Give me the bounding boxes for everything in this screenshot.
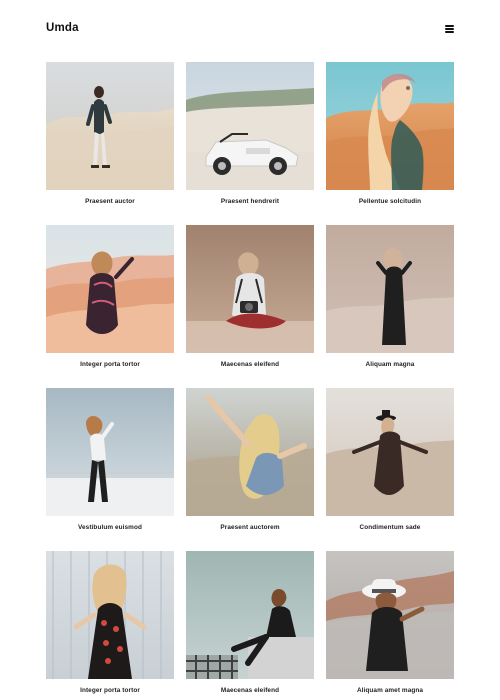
gallery-photo bbox=[326, 388, 454, 516]
photo-woman-with-headscarf-desert bbox=[326, 62, 454, 190]
gallery-card[interactable]: Praesent auctor bbox=[46, 62, 174, 225]
gallery-card[interactable]: Aliquam magna bbox=[326, 225, 454, 388]
gallery-photo bbox=[46, 62, 174, 190]
gallery-card[interactable]: Maecenas eleifend bbox=[186, 225, 314, 388]
gallery-photo bbox=[326, 62, 454, 190]
gallery-photo bbox=[46, 388, 174, 516]
photo-caption: Condimentum sade bbox=[359, 524, 421, 531]
photo-woman-standing-on-dunes bbox=[46, 62, 174, 190]
gallery-photo bbox=[46, 551, 174, 679]
photo-woman-in-floral-slip-dress bbox=[46, 551, 174, 679]
menu-bar-bottom bbox=[445, 31, 454, 33]
photo-woman-on-white-sand bbox=[46, 388, 174, 516]
page: Umda Praesent auctor Praesent hendrerit … bbox=[0, 0, 500, 700]
gallery-photo bbox=[326, 225, 454, 353]
gallery-card[interactable]: Aliquam amet magna bbox=[326, 551, 454, 700]
photo-woman-sitting-on-sand bbox=[186, 225, 314, 353]
gallery-photo bbox=[186, 225, 314, 353]
photo-caption: Praesent auctorem bbox=[220, 524, 280, 531]
gallery-photo bbox=[186, 62, 314, 190]
photo-caption: Pellentue solcitudin bbox=[358, 198, 422, 205]
photo-caption: Vestibulum euismod bbox=[78, 524, 142, 531]
header: Umda bbox=[0, 0, 500, 62]
gallery-photo bbox=[186, 388, 314, 516]
gallery-card[interactable]: Condimentum sade bbox=[326, 388, 454, 551]
gallery-card[interactable]: Integer porta tortor bbox=[46, 551, 174, 700]
gallery-card[interactable]: Praesent hendrerit bbox=[186, 62, 314, 225]
photo-caption: Integer porta tortor bbox=[80, 361, 140, 368]
gallery-photo bbox=[186, 551, 314, 679]
photo-blonde-woman-raising-arm bbox=[186, 388, 314, 516]
brand-logo[interactable]: Umda bbox=[46, 22, 79, 34]
photo-caption: Maecenas eleifend bbox=[220, 687, 280, 694]
gallery-photo bbox=[46, 225, 174, 353]
gallery-card[interactable]: Pellentue solcitudin bbox=[326, 62, 454, 225]
hamburger-menu-icon[interactable] bbox=[445, 25, 454, 33]
gallery-grid: Praesent auctor Praesent hendrerit Pelle… bbox=[46, 62, 454, 700]
photo-caption: Maecenas eleifend bbox=[220, 361, 280, 368]
photo-caption: Praesent auctor bbox=[85, 198, 135, 205]
photo-woman-sitting-on-concrete-wall bbox=[186, 551, 314, 679]
gallery-card[interactable]: Vestibulum euismod bbox=[46, 388, 174, 551]
gallery-photo bbox=[326, 551, 454, 679]
photo-caption: Praesent hendrerit bbox=[220, 198, 280, 205]
photo-caption: Integer porta tortor bbox=[80, 687, 140, 694]
photo-woman-in-black-dress-dunes bbox=[326, 225, 454, 353]
gallery-card[interactable]: Integer porta tortor bbox=[46, 225, 174, 388]
photo-woman-in-floral-dress-desert bbox=[46, 225, 174, 353]
menu-bar-middle bbox=[445, 28, 454, 30]
photo-caption: Aliquam amet magna bbox=[356, 687, 424, 694]
menu-bar-top bbox=[445, 25, 454, 27]
photo-woman-with-hat-walking bbox=[326, 388, 454, 516]
gallery-card[interactable]: Maecenas eleifend bbox=[186, 551, 314, 700]
photo-woman-wearing-white-hat bbox=[326, 551, 454, 679]
photo-convertible-car-on-beach bbox=[186, 62, 314, 190]
photo-caption: Aliquam magna bbox=[365, 361, 415, 368]
gallery-card[interactable]: Praesent auctorem bbox=[186, 388, 314, 551]
